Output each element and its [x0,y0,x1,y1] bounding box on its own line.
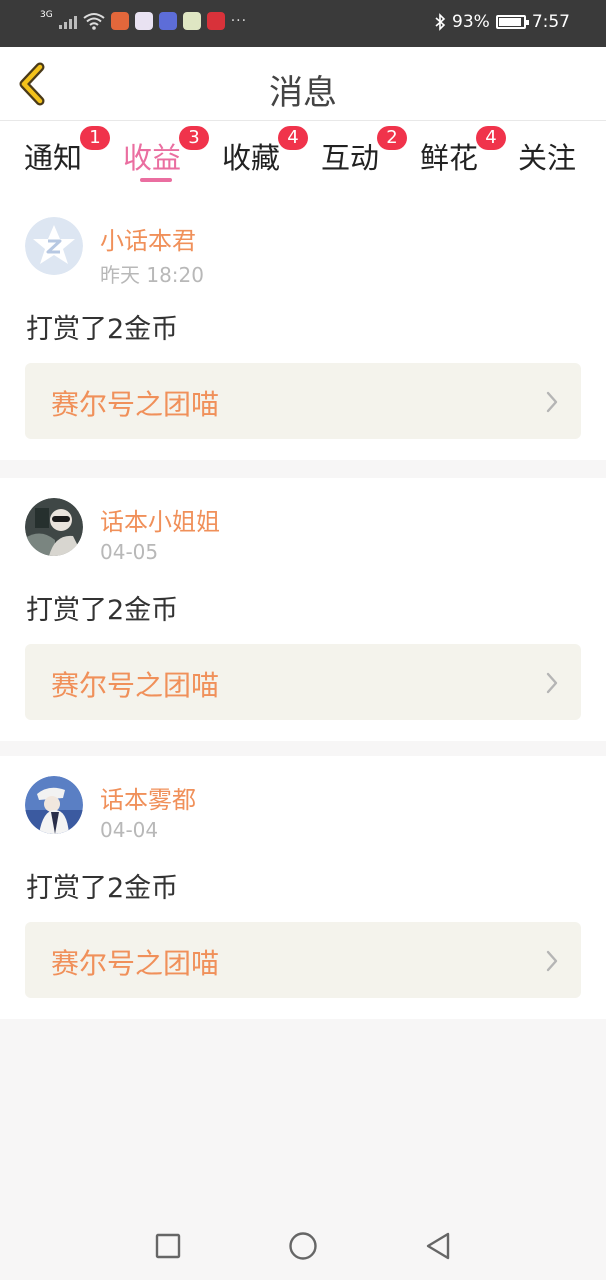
recent-apps-icon[interactable] [150,1228,186,1264]
more-notifications-icon: ··· [230,13,248,29]
story-title: 赛尔号之团喵 [51,947,220,980]
home-icon[interactable] [285,1228,321,1264]
unread-badge: 4 [476,126,507,150]
user-name[interactable]: 小话本君 [100,221,196,256]
tab-label: 收益 [123,141,182,175]
tab-interactions[interactable]: 互动 2 [321,126,408,177]
battery-icon [495,15,529,29]
tab-label: 鲜花 [420,141,479,175]
back-icon[interactable] [420,1228,456,1264]
tab-label: 关注 [518,141,577,175]
message-card: 话本小姐姐 04-05 打赏了2金币 赛尔号之团喵 [0,478,606,741]
app-icon [182,12,201,30]
tab-flowers[interactable]: 鲜花 4 [420,126,507,177]
message-card: 话本雾都 04-04 打赏了2金币 赛尔号之团喵 [0,756,606,1019]
network-type: 3G [40,10,53,20]
message-text: 打赏了2金币 [26,873,179,904]
story-link[interactable]: 赛尔号之团喵 [25,922,581,998]
chevron-right-icon [546,950,558,972]
tab-earnings[interactable]: 收益 3 [123,126,210,177]
story-link[interactable]: 赛尔号之团喵 [25,363,581,439]
unread-badge: 1 [80,126,111,150]
status-bar: 3G ··· 93% 7:57 [0,0,606,47]
tab-notifications[interactable]: 通知 1 [24,126,111,177]
story-link[interactable]: 赛尔号之团喵 [25,644,581,720]
app-icon [206,12,225,30]
tab-label: 通知 [24,141,83,175]
clock: 7:57 [531,12,570,32]
system-nav-bar [0,1212,606,1280]
message-time: 昨天 18:20 [100,263,204,287]
message-card: 小话本君 昨天 18:20 打赏了2金币 赛尔号之团喵 [0,197,606,460]
avatar[interactable] [25,217,83,275]
signal-icon [58,13,77,29]
app-icon [158,12,177,30]
message-time: 04-04 [100,818,159,842]
chevron-right-icon [546,391,558,413]
battery-level [498,18,522,26]
tab-favorites[interactable]: 收藏 4 [222,126,309,177]
bluetooth-icon [435,13,446,31]
tab-label: 收藏 [222,141,281,175]
header: 消息 [0,47,606,121]
unread-badge: 4 [278,126,309,150]
page-title: 消息 [269,73,337,113]
story-title: 赛尔号之团喵 [51,388,220,421]
wifi-icon [83,13,105,30]
chevron-right-icon [546,672,558,694]
tab-following[interactable]: 关注 [518,135,576,177]
unread-badge: 3 [179,126,210,150]
battery-percent: 93% [452,12,490,32]
story-title: 赛尔号之团喵 [51,669,220,702]
user-name[interactable]: 话本小姐姐 [100,502,220,537]
tab-bar: 通知 1 收益 3 收藏 4 互动 2 鲜花 4 关注 [0,121,606,197]
avatar[interactable] [25,498,83,556]
avatar[interactable] [25,776,83,834]
user-name[interactable]: 话本雾都 [100,780,196,815]
unread-badge: 2 [377,126,408,150]
message-text: 打赏了2金币 [26,595,179,626]
app-icon [110,12,129,30]
tab-label: 互动 [321,141,380,175]
message-text: 打赏了2金币 [26,314,179,345]
app-icon [134,12,153,30]
active-tab-indicator [140,178,172,182]
message-time: 04-05 [100,540,159,564]
